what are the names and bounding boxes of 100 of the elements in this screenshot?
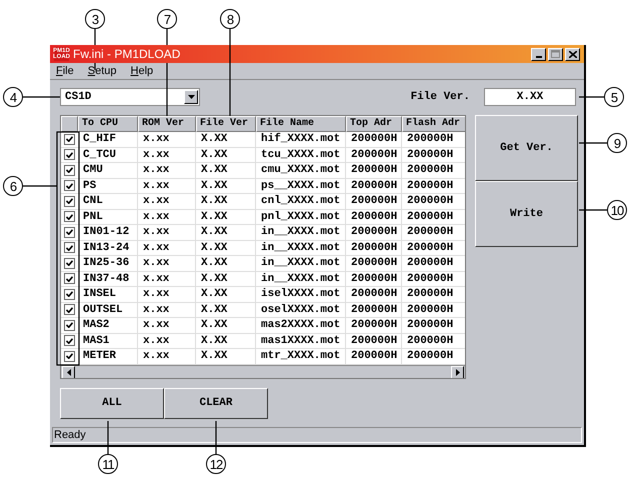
table-cell: 200000H — [346, 225, 402, 240]
column-header[interactable]: File Name — [256, 116, 346, 132]
table-cell: mtr_XXXX.mot — [256, 349, 346, 364]
table-cell: x.xx — [138, 256, 196, 270]
table-cell: oselXXXX.mot — [256, 302, 346, 317]
table-cell: X.XX — [196, 178, 256, 193]
table-cell: MAS1 — [78, 334, 138, 348]
table-cell: 200000H — [346, 240, 402, 255]
table-cell: 200000H — [346, 334, 402, 348]
file-version-field: X.XX — [484, 88, 576, 106]
table-cell: 200000H — [346, 318, 402, 332]
table-cell: X.XX — [196, 163, 256, 178]
menu-item[interactable]: File — [56, 62, 74, 80]
table-cell: mas2XXXX.mot — [256, 318, 346, 332]
dropdown-value: CS1D — [65, 90, 92, 105]
table-cell: X.XX — [196, 287, 256, 302]
table-cell: iselXXXX.mot — [256, 287, 346, 302]
action-button[interactable]: ALL — [60, 388, 164, 419]
window-title: Fw.ini - PM1DLOAD — [73, 48, 180, 60]
table-cell: X.XX — [196, 318, 256, 332]
table-cell: x.xx — [138, 287, 196, 302]
table-cell: METER — [78, 349, 138, 364]
column-header[interactable]: File Ver — [196, 116, 256, 132]
column-header[interactable]: ROM Ver — [138, 116, 196, 132]
table-cell: ps__XXXX.mot — [256, 178, 346, 193]
table-cell: 200000H — [346, 132, 402, 146]
table-cell: OUTSEL — [78, 302, 138, 317]
table-cell: INSEL — [78, 287, 138, 302]
table-cell: x.xx — [138, 132, 196, 146]
table-cell: 200000H — [346, 302, 402, 317]
table-cell: x.xx — [138, 163, 196, 178]
table-cell: x.xx — [138, 178, 196, 193]
cpu-dropdown[interactable]: CS1D — [60, 88, 200, 106]
file-version-label: File Ver. — [410, 90, 470, 105]
table-cell: X.XX — [196, 334, 256, 348]
table-cell: in__XXXX.mot — [256, 256, 346, 270]
table-cell: 200000H — [346, 256, 402, 270]
table-cell: C_HIF — [78, 132, 138, 146]
table-cell: 200000H — [346, 349, 402, 364]
callout-marker: 7 — [157, 9, 177, 29]
column-header[interactable]: Top Adr — [346, 116, 402, 132]
status-bar: Ready — [52, 427, 582, 443]
callout-marker: 9 — [607, 133, 627, 153]
table-cell: CNL — [78, 194, 138, 208]
table-cell: in__XXXX.mot — [256, 272, 346, 286]
table-cell: 200000H — [402, 210, 465, 224]
table-cell: 200000H — [402, 225, 465, 240]
table-cell: 200000H — [346, 178, 402, 193]
table-cell: C_TCU — [78, 148, 138, 162]
callout-marker: 4 — [3, 87, 23, 107]
table-cell: 200000H — [402, 256, 465, 270]
table-cell: IN01-12 — [78, 225, 138, 240]
table-cell: x.xx — [138, 148, 196, 162]
table-cell: pnl_XXXX.mot — [256, 210, 346, 224]
table-cell: 200000H — [402, 334, 465, 348]
table-cell: in__XXXX.mot — [256, 225, 346, 240]
table-cell: 200000H — [402, 163, 465, 178]
table-cell: x.xx — [138, 194, 196, 208]
table-cell: tcu_XXXX.mot — [256, 148, 346, 162]
table-cell: IN13-24 — [78, 240, 138, 255]
table-cell: 200000H — [402, 132, 465, 146]
table-cell: X.XX — [196, 194, 256, 208]
table-cell: 200000H — [402, 272, 465, 286]
table-cell: 200000H — [402, 194, 465, 208]
callout-marker: 3 — [85, 9, 105, 29]
table-cell: X.XX — [196, 240, 256, 255]
callout-marker: 10 — [607, 200, 627, 220]
table-cell: 200000H — [346, 210, 402, 224]
table-cell: cmu_XXXX.mot — [256, 163, 346, 178]
table-cell: x.xx — [138, 225, 196, 240]
callout-marker: 5 — [604, 87, 624, 107]
menu-item[interactable]: Help — [130, 62, 154, 80]
table-cell: X.XX — [196, 256, 256, 270]
callout-marker: 6 — [3, 176, 23, 196]
table-cell: PNL — [78, 210, 138, 224]
table-cell: cnl_XXXX.mot — [256, 194, 346, 208]
menu-item[interactable]: Setup — [88, 62, 117, 80]
table-cell: CMU — [78, 163, 138, 178]
table-cell: x.xx — [138, 349, 196, 364]
table-cell: 200000H — [346, 194, 402, 208]
table-cell: X.XX — [196, 302, 256, 317]
table-cell: 200000H — [402, 318, 465, 332]
action-button[interactable]: Get Ver. — [475, 115, 578, 181]
table-cell: 200000H — [346, 272, 402, 286]
table-cell: X.XX — [196, 148, 256, 162]
table-cell: IN37-48 — [78, 272, 138, 286]
table-cell: 200000H — [346, 148, 402, 162]
table-cell: 200000H — [402, 178, 465, 193]
column-header[interactable]: To CPU — [78, 116, 138, 132]
action-button[interactable]: Write — [475, 181, 578, 247]
table-cell: X.XX — [196, 349, 256, 364]
table-cell: MAS2 — [78, 318, 138, 332]
action-button[interactable]: CLEAR — [164, 388, 268, 419]
table-cell: 200000H — [402, 349, 465, 364]
table-cell: x.xx — [138, 334, 196, 348]
table-cell: x.xx — [138, 302, 196, 317]
column-header[interactable]: Flash Adr — [402, 116, 465, 132]
table-cell: in__XXXX.mot — [256, 240, 346, 255]
table-cell: 200000H — [402, 287, 465, 302]
table-cell: 200000H — [346, 163, 402, 178]
